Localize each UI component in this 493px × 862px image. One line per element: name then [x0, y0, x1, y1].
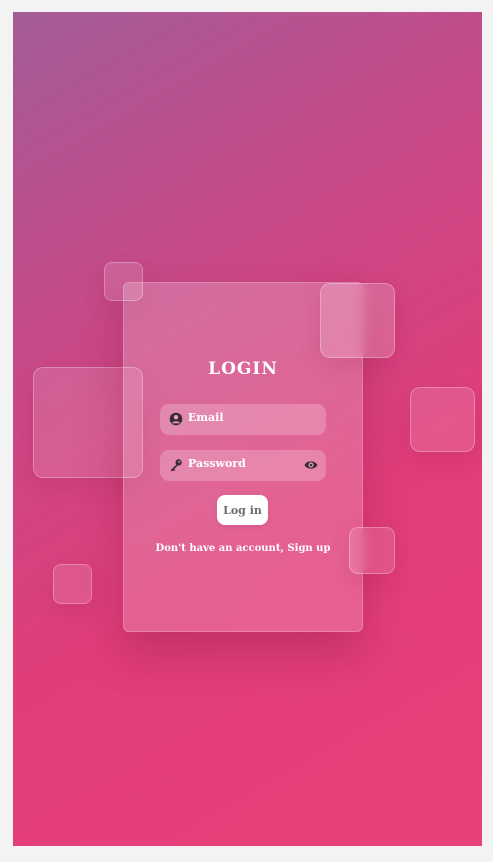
- login-button[interactable]: Log in: [217, 495, 268, 525]
- signup-prompt: Don't have an account, Sign up: [124, 543, 362, 554]
- key-icon: [170, 459, 182, 472]
- user-circle-icon: [169, 412, 183, 426]
- decorative-glass-square: [410, 387, 475, 452]
- phone-screen: LOGIN Email Password Log in Don't have a…: [13, 12, 482, 846]
- decorative-glass-square: [349, 527, 395, 574]
- email-field[interactable]: Email: [160, 404, 326, 435]
- decorative-glass-square: [320, 283, 395, 358]
- decorative-glass-square: [53, 564, 92, 604]
- password-placeholder: Password: [188, 457, 246, 470]
- eye-icon[interactable]: [304, 459, 318, 471]
- signup-prompt-text: Don't have an account,: [155, 543, 284, 554]
- password-field[interactable]: Password: [160, 450, 326, 481]
- login-title: LOGIN: [208, 359, 278, 379]
- signup-link[interactable]: Sign up: [287, 543, 330, 554]
- email-placeholder: Email: [188, 411, 224, 424]
